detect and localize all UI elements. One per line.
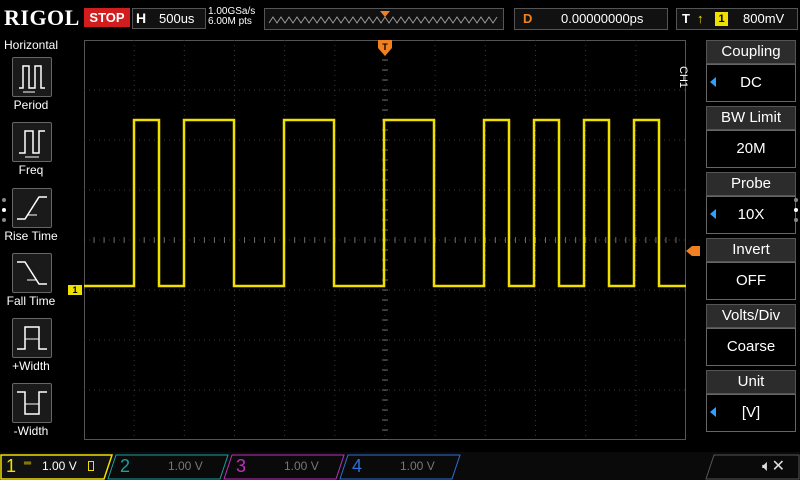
ch1-scale: 1.00 V: [42, 459, 77, 473]
ch1-ground-marker[interactable]: 1: [68, 285, 82, 295]
trigger-level: 800mV: [743, 11, 785, 26]
ch2-number: 2: [120, 456, 131, 476]
period-label: Period: [13, 98, 49, 112]
memory-depth: 6.00M pts: [208, 16, 252, 27]
fall-time-icon: [17, 261, 47, 285]
trigger-box[interactable]: T ↑ 1 800mV: [676, 8, 798, 30]
dc-coupling-icon: ═: [24, 458, 32, 469]
invert-value: OFF: [706, 262, 796, 300]
rise-time-icon: [17, 196, 47, 220]
rise-time-button[interactable]: [12, 188, 52, 228]
unit-title: Unit: [706, 370, 796, 394]
left-arrow-icon: [710, 77, 716, 87]
coupling-title: Coupling: [706, 40, 796, 64]
speaker-muted-icon[interactable]: 🔈︎✕: [762, 456, 785, 476]
waveform-display[interactable]: [84, 40, 686, 440]
page-dot: [2, 198, 6, 202]
memory-tracker[interactable]: [264, 8, 504, 30]
ch2-status-tab[interactable]: 2 1.00 V: [114, 454, 224, 478]
volts-div-value: Coarse: [706, 328, 796, 366]
timebase-box[interactable]: H 500us: [132, 8, 206, 29]
fall-time-button[interactable]: [12, 253, 52, 293]
unit-value: [V]: [706, 394, 796, 432]
run-state-badge[interactable]: STOP: [84, 8, 130, 27]
trigger-position-marker-icon: [380, 11, 390, 17]
delay-box[interactable]: D 0.00000000ps: [514, 8, 668, 30]
probe-title: Probe: [706, 172, 796, 196]
trigger-position-icon[interactable]: T: [378, 40, 392, 56]
left-menu-title: Horizontal: [3, 38, 59, 52]
freq-label: Freq: [18, 163, 44, 177]
invert-title: Invert: [706, 238, 796, 262]
page-dot: [2, 208, 6, 212]
positive-width-icon: [17, 326, 47, 350]
freq-button[interactable]: [12, 122, 52, 162]
svg-text:T: T: [382, 42, 388, 52]
ch3-status-tab[interactable]: 3 1.00 V: [230, 454, 340, 478]
page-dot: [794, 218, 798, 222]
bw-limit-icon: [88, 461, 94, 471]
trigger-label: T: [682, 11, 690, 26]
bw-limit-value: 20M: [706, 130, 796, 168]
coupling-value: DC: [706, 64, 796, 102]
page-dot: [794, 198, 798, 202]
menu-channel-label: CH1: [677, 66, 689, 89]
trigger-source: 1: [715, 12, 728, 26]
top-status-bar: RIGOL STOP H 500us 1.00GSa/s 6.00M pts D…: [0, 0, 800, 34]
rising-edge-icon: ↑: [697, 11, 704, 26]
period-icon: [19, 65, 45, 93]
positive-width-label: +Width: [12, 359, 50, 373]
negative-width-icon: [17, 391, 47, 415]
timebase-value: 500us: [159, 11, 195, 26]
ch1-number: 1: [6, 456, 17, 476]
frequency-icon: [19, 130, 45, 158]
ch1-status-tab[interactable]: 1 ═ 1.00 V: [0, 454, 110, 478]
ch4-scale: 1.00 V: [400, 459, 435, 473]
left-arrow-icon: [710, 209, 716, 219]
timebase-label: H: [136, 10, 147, 26]
ch4-number: 4: [352, 456, 363, 476]
fall-time-label: Fall Time: [6, 294, 56, 308]
left-arrow-icon: [710, 407, 716, 417]
negative-width-label: -Width: [13, 424, 49, 438]
volts-div-title: Volts/Div: [706, 304, 796, 328]
ch3-scale: 1.00 V: [284, 459, 319, 473]
acquisition-info: 1.00GSa/s 6.00M pts: [208, 7, 255, 27]
delay-label: D: [523, 11, 533, 26]
bw-limit-title: BW Limit: [706, 106, 796, 130]
memory-wave-icon: [268, 11, 498, 24]
page-dot: [2, 218, 6, 222]
probe-value: 10X: [706, 196, 796, 234]
brand-logo: RIGOL: [4, 5, 80, 30]
positive-width-button[interactable]: [12, 318, 52, 358]
negative-width-button[interactable]: [12, 383, 52, 423]
period-button[interactable]: [12, 57, 52, 97]
ch2-scale: 1.00 V: [168, 459, 203, 473]
rise-time-label: Rise Time: [4, 229, 58, 243]
ch3-number: 3: [236, 456, 247, 476]
ch4-status-tab[interactable]: 4 1.00 V: [346, 454, 456, 478]
trigger-level-marker-icon[interactable]: [686, 246, 700, 256]
delay-value: 0.00000000ps: [561, 11, 644, 26]
page-dot: [794, 208, 798, 212]
